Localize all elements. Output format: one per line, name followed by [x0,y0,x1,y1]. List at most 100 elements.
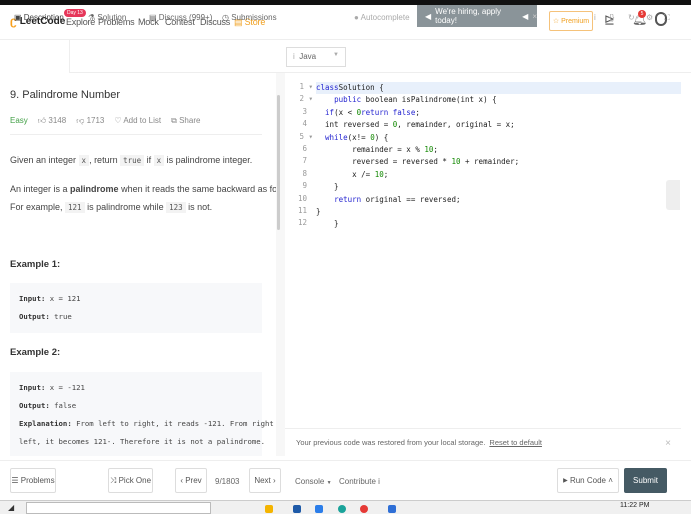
tab-solution[interactable]: ⚗ Solution [88,13,126,22]
code-token: false [392,107,416,117]
code-line[interactable]: } [316,218,681,230]
tab-description[interactable]: ▣ Description [14,13,64,22]
info-icon: i [378,477,380,486]
code-line[interactable]: int reversed = 0, remainder, original = … [316,119,681,131]
code-token: while [325,132,348,142]
chevron-down-icon: ▼ [333,52,339,58]
app-icon[interactable] [315,505,323,513]
problem-title: 9. Palindrome Number [10,89,121,101]
dislike-count: 1713 [86,116,105,125]
next-label: Next [254,476,271,485]
share-icon: ⧉ [171,116,177,125]
code-line[interactable]: return original == reversed; [316,194,681,206]
braces-icon[interactable]: {} [609,13,614,22]
code-token: (x!= [347,132,371,142]
tab-label: Submissions [231,13,277,22]
code-token: class [316,83,339,92]
notice-text: Your previous code was restored from you… [296,438,486,447]
code-token: } [316,219,339,229]
star-icon: ☆ [552,18,560,25]
problems-button[interactable]: ☰ Problems [10,468,56,493]
description-p2: An integer is a palindrome when it reads… [10,184,303,194]
info-icon[interactable]: i [594,13,596,22]
info-icon: i [293,52,295,61]
add-to-list-label: Add to List [123,116,162,125]
dislike-button[interactable]: 👎︎ 1713 [76,116,104,126]
caret-up-icon: ˄ [608,476,613,485]
page-indicator: 9/1803 [215,477,240,486]
caret-down-icon: ▼ [326,480,332,486]
code-line[interactable]: remainder = x % 10; [316,144,681,156]
share-button[interactable]: ⧉ Share [171,116,200,126]
code-area[interactable]: classSolution { public boolean isPalindr… [316,82,681,231]
windows-start-icon[interactable]: ◢ [8,503,14,512]
autocomplete-toggle[interactable]: ● Autocomplete [354,13,410,22]
code-line[interactable]: } [316,206,681,218]
console-label: Console [295,477,325,486]
code-token: ; [383,169,389,179]
premium-label: Premium [561,17,590,25]
pick-one-button[interactable]: ⤨ Pick One [108,468,153,493]
tab-label: Description [23,13,64,22]
language-select[interactable]: i Java ▼ [286,47,346,67]
contribute-button[interactable]: Contribute i [339,477,380,486]
list-icon: ☰ [11,476,19,485]
code-line[interactable]: if(x < 0return false; [316,107,681,119]
chrome-icon[interactable] [360,505,368,513]
like-button[interactable]: 👍︎ 3148 [38,116,66,126]
taskbar-search[interactable] [26,502,211,514]
tab-submissions[interactable]: ◷ Submissions [222,13,277,22]
code-token: ; [433,144,438,154]
hiring-banner[interactable]: ◀ We're hiring, apply today! ◀ × [417,5,537,27]
megaphone-icon: ◀ [522,11,529,21]
edge-icon[interactable] [338,505,346,513]
autocomplete-label: Autocomplete [360,13,410,22]
reset-icon[interactable]: ↻ [628,13,635,22]
line-number: 6 [302,143,307,153]
code-line[interactable]: while(x!= 0) { [316,132,681,144]
reset-to-default-link[interactable]: Reset to default [489,438,542,447]
code-token: } [316,206,321,216]
folder-icon[interactable] [265,505,273,513]
code-token: } [316,182,339,192]
run-code-button[interactable]: ▶ Run Code ˄ [557,468,619,493]
console-button[interactable]: Console ▼ [295,477,332,486]
code-line[interactable]: x /= 10; [316,169,681,181]
taskbar-clock: 11:22 PM [620,502,650,509]
scrollbar[interactable] [277,95,280,230]
side-panel-handle[interactable] [666,180,680,210]
close-icon[interactable]: × [532,12,537,21]
premium-button[interactable]: ☆ Premium [549,11,593,31]
example-2-box: Input: x = -121 Output: false Explanatio… [10,372,287,456]
tab-discuss[interactable]: ▤ Discuss (999+) [149,13,212,22]
code-token: remainder = x % [316,144,425,154]
add-to-list-button[interactable]: ♡ Add to List [114,116,161,126]
next-button[interactable]: Next › [249,468,281,493]
code-line[interactable]: public boolean isPalindrome(int x) { [316,94,681,106]
thumbs-up-icon: 👍︎ [37,116,47,125]
code-token: return [334,194,362,204]
close-icon[interactable]: × [665,438,671,449]
app-icon[interactable] [293,505,301,513]
description-p1: Given an integer x, return true if x is … [10,155,253,166]
app-icon[interactable] [388,505,396,513]
problem-meta: Easy 👍︎ 3148 👎︎ 1713 ♡ Add to List ⧉ Sha… [10,116,200,126]
code-line[interactable]: } [316,181,681,193]
code-token: ) { [374,132,389,142]
problems-label: Problems [20,476,55,485]
description-p3: For example, 121 is palindrome while 123… [10,202,213,213]
settings-icon[interactable]: ⚙ [646,13,653,22]
code-token: int reversed = [316,120,393,130]
fullscreen-icon[interactable]: ⛶ [664,13,670,23]
contribute-label: Contribute [339,477,376,486]
line-number: 8 [302,168,307,178]
code-token: ; [415,107,420,117]
hiring-text: We're hiring, apply today! [435,7,502,25]
code-line[interactable]: reversed = reversed * 10 + remainder; [316,156,681,168]
code-line[interactable]: classSolution { [316,82,681,95]
run-code-label: Run Code [569,476,606,485]
submit-button[interactable]: Submit [624,468,667,493]
prev-button[interactable]: ‹ Prev [175,468,207,493]
